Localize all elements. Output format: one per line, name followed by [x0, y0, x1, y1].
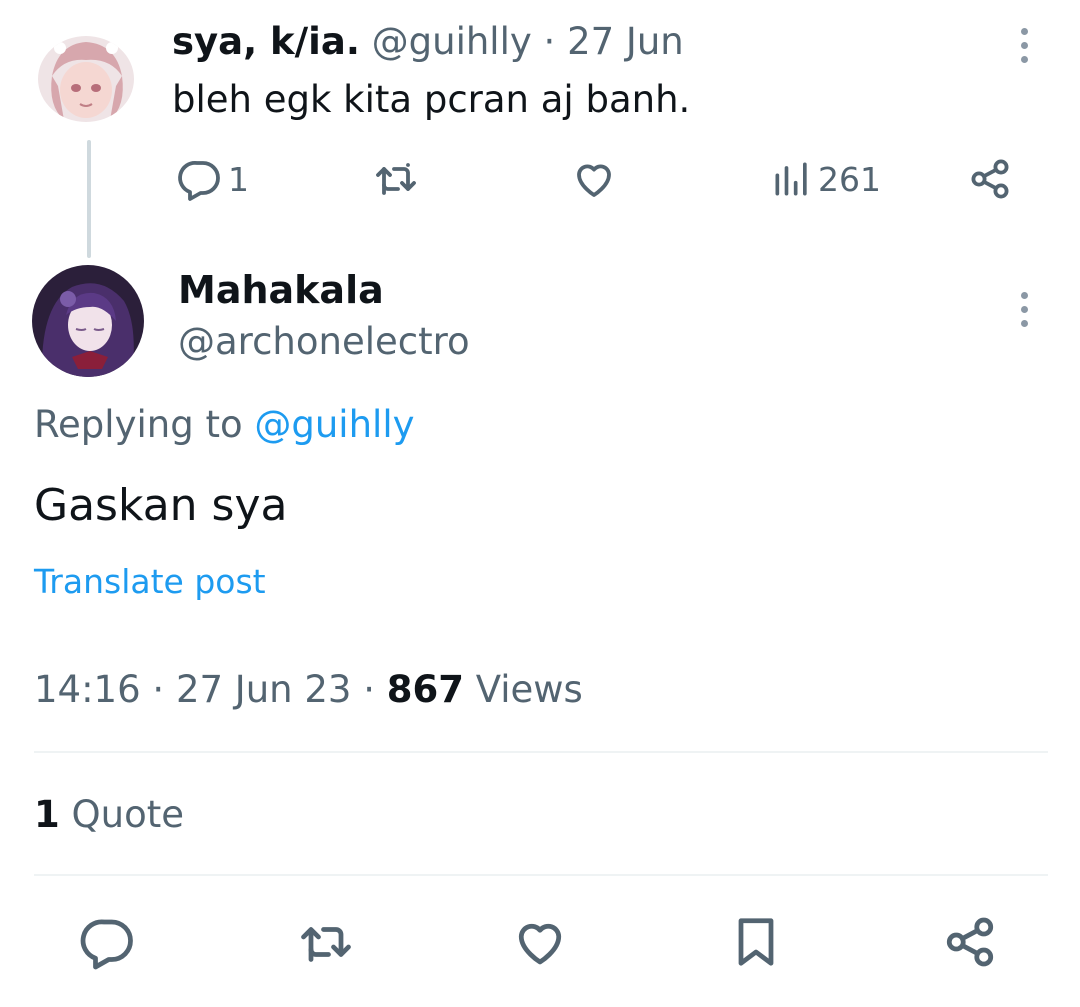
bookmark-button[interactable]: [726, 912, 786, 972]
replying-to: Replying to @guihlly: [34, 403, 415, 446]
quotes-link[interactable]: 1 Quote: [34, 793, 184, 836]
heart-icon: [510, 912, 570, 972]
divider: [34, 751, 1048, 753]
reply-icon: [176, 155, 224, 203]
parent-retweet-button[interactable]: [372, 155, 420, 203]
tweet-date[interactable]: 27 Jun 23: [176, 668, 352, 711]
views-count: 867: [386, 668, 464, 711]
reply-icon: [78, 912, 138, 972]
like-button[interactable]: [510, 912, 570, 972]
tweet-time[interactable]: 14:16: [34, 668, 141, 711]
reply-button[interactable]: [78, 912, 138, 972]
replying-prefix: Replying to: [34, 403, 243, 446]
parent-author-handle[interactable]: @guihlly: [372, 20, 532, 63]
parent-tweet-text: bleh egk kita pcran aj banh.: [172, 78, 691, 121]
meta-separator-1: ·: [152, 668, 165, 711]
main-author-handle[interactable]: @archonelectro: [178, 320, 470, 363]
quote-label: Quote: [71, 793, 184, 836]
tweet-meta: 14:16 · 27 Jun 23 · 867 Views: [34, 668, 583, 711]
main-avatar[interactable]: [32, 265, 144, 377]
views-icon: [770, 155, 814, 203]
retweet-icon: [372, 155, 420, 203]
thread-line: [87, 140, 91, 258]
views-label: Views: [475, 668, 583, 711]
share-button[interactable]: [940, 912, 1000, 972]
parent-views-button[interactable]: 261: [770, 155, 881, 203]
share-icon: [940, 912, 1000, 972]
main-more-icon[interactable]: [1014, 292, 1034, 336]
retweet-icon: [296, 912, 356, 972]
parent-reply-button[interactable]: 1: [176, 155, 249, 203]
parent-header: sya, k/ia. @guihlly · 27 Jun: [172, 20, 684, 63]
share-icon: [966, 155, 1014, 203]
parent-share-button[interactable]: [966, 155, 1014, 203]
replying-handle-link[interactable]: @guihlly: [254, 403, 414, 446]
divider: [34, 874, 1048, 876]
main-author-name[interactable]: Mahakala: [178, 268, 384, 312]
bookmark-icon: [726, 912, 786, 972]
parent-avatar[interactable]: [38, 36, 134, 122]
retweet-button[interactable]: [296, 912, 356, 972]
parent-more-icon[interactable]: [1014, 28, 1034, 72]
main-tweet-text: Gaskan sya: [34, 480, 288, 531]
parent-separator: ·: [543, 20, 556, 63]
parent-reply-count: 1: [228, 159, 249, 199]
parent-views-count: 261: [818, 159, 881, 199]
meta-separator-2: ·: [363, 668, 375, 711]
translate-post-link[interactable]: Translate post: [34, 562, 266, 601]
parent-date[interactable]: 27 Jun: [567, 20, 684, 63]
parent-author-name[interactable]: sya, k/ia.: [172, 20, 360, 63]
heart-icon: [570, 155, 618, 203]
quote-count: 1: [34, 793, 60, 836]
parent-like-button[interactable]: [570, 155, 618, 203]
